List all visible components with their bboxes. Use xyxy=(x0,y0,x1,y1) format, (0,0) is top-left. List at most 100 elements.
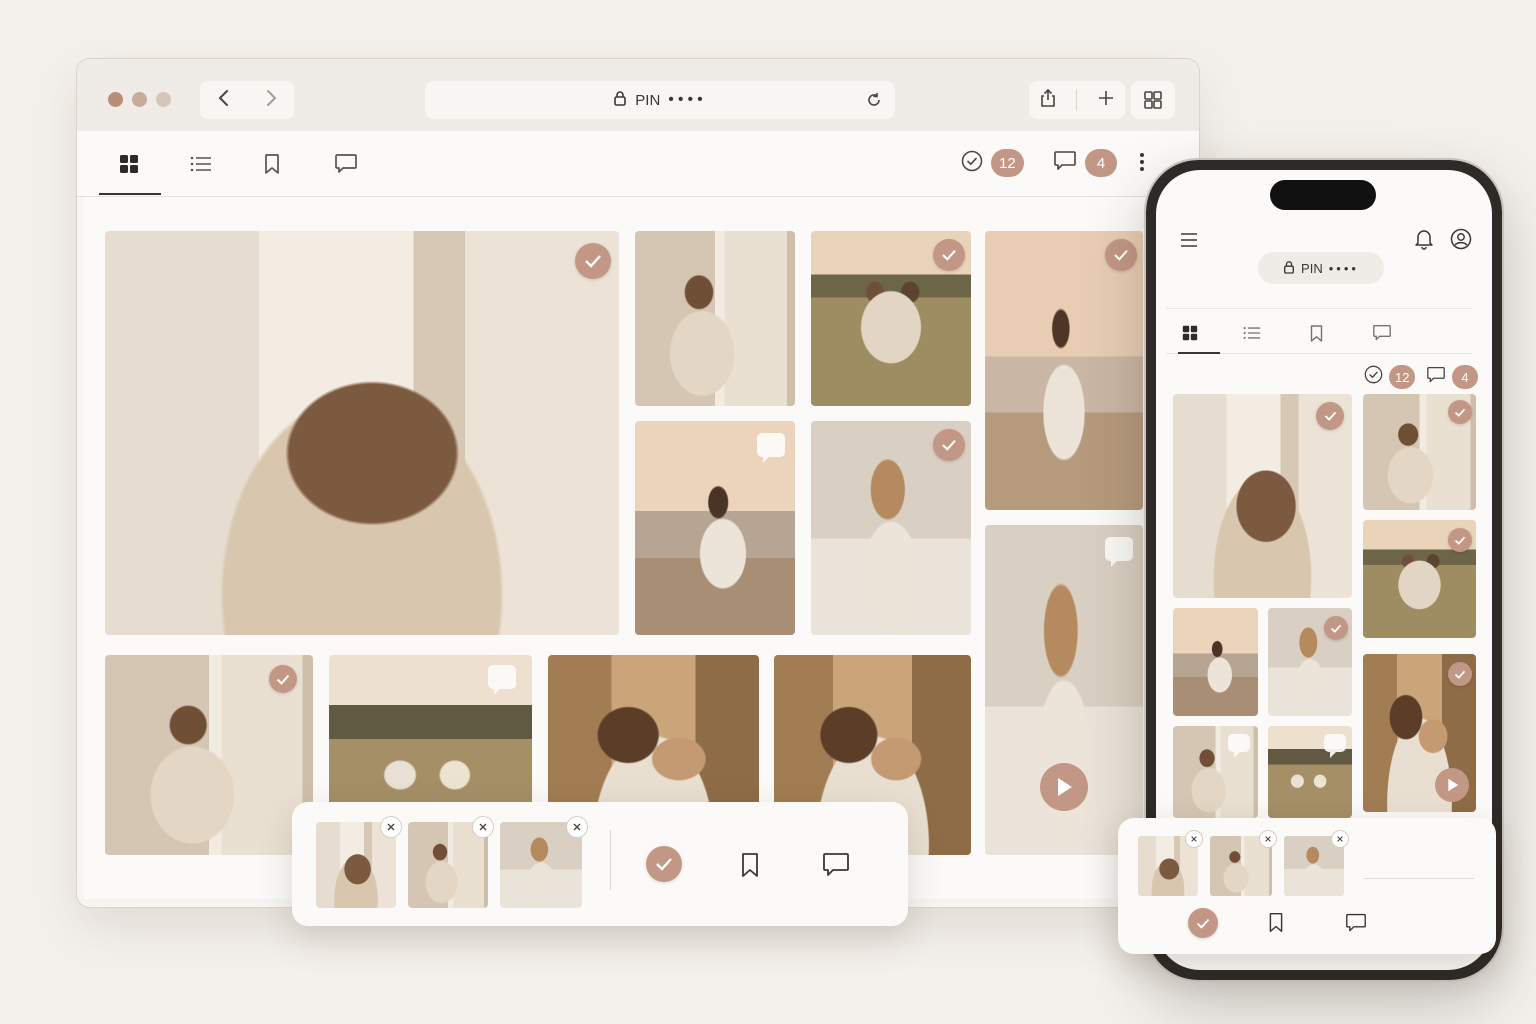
tab-grid-icon[interactable] xyxy=(1131,81,1175,119)
comment-icon[interactable] xyxy=(757,433,785,463)
more-options-icon[interactable] xyxy=(1139,151,1145,178)
photo-girl-windowsill-2[interactable] xyxy=(105,655,313,855)
photo-girl-windowsill[interactable] xyxy=(1363,394,1476,510)
grid-view-icon[interactable] xyxy=(114,149,144,179)
selected-count-badge: 12 xyxy=(1389,365,1416,389)
check-circle-icon xyxy=(961,150,983,177)
dynamic-island xyxy=(1270,180,1376,210)
grid-view-icon[interactable] xyxy=(1178,321,1202,345)
photo-girl-beach[interactable] xyxy=(635,421,795,635)
approve-icon[interactable] xyxy=(646,846,682,882)
check-icon[interactable] xyxy=(1448,400,1472,424)
photo-girl-windowsill-2[interactable] xyxy=(1173,726,1258,818)
close-icon[interactable] xyxy=(472,816,494,838)
play-icon[interactable] xyxy=(1040,763,1088,811)
list-view-icon[interactable] xyxy=(186,149,216,179)
reload-icon[interactable] xyxy=(865,91,883,113)
comment-icon[interactable] xyxy=(1105,537,1133,567)
comment-icon[interactable] xyxy=(1345,913,1367,938)
phone-comments-counter[interactable]: 4 xyxy=(1426,365,1478,389)
tray-divider xyxy=(1364,878,1474,879)
address-pin-mask: •••• xyxy=(668,91,707,108)
check-icon[interactable] xyxy=(1324,616,1348,640)
photo-portrait-window[interactable] xyxy=(105,231,619,635)
maximize-window-button[interactable] xyxy=(156,92,171,107)
plus-icon[interactable] xyxy=(1097,89,1115,112)
bookmark-icon[interactable] xyxy=(740,852,760,883)
selected-thumb[interactable] xyxy=(500,816,588,908)
photo-child-teddy[interactable] xyxy=(811,421,971,635)
selected-thumb[interactable] xyxy=(1138,830,1203,896)
browser-actions xyxy=(1029,81,1125,119)
selection-tray xyxy=(292,802,908,926)
selected-thumb[interactable] xyxy=(1210,830,1277,896)
bookmark-tab-icon[interactable] xyxy=(257,149,287,179)
photo-family-field[interactable] xyxy=(1363,520,1476,638)
selected-thumb[interactable] xyxy=(408,816,494,908)
photo-woman-beach[interactable] xyxy=(985,231,1143,510)
photo-child-teddy-video[interactable] xyxy=(985,525,1143,855)
comment-icon xyxy=(1426,366,1446,389)
close-icon[interactable] xyxy=(1259,830,1277,848)
chevron-left-icon[interactable] xyxy=(217,89,231,112)
comment-icon[interactable] xyxy=(822,852,850,883)
minimize-window-button[interactable] xyxy=(132,92,147,107)
comment-icon[interactable] xyxy=(1228,734,1250,758)
selected-thumb[interactable] xyxy=(316,816,402,908)
phone-pin-field[interactable]: PIN •••• xyxy=(1258,252,1384,284)
check-icon[interactable] xyxy=(1105,239,1137,271)
close-icon[interactable] xyxy=(1185,830,1203,848)
list-view-icon[interactable] xyxy=(1240,321,1264,345)
chevron-right-icon[interactable] xyxy=(264,89,278,112)
gallery-toolbar: 12 4 xyxy=(77,131,1199,197)
selected-thumb[interactable] xyxy=(1284,830,1349,896)
close-icon[interactable] xyxy=(380,816,402,838)
phone-selection-tray xyxy=(1118,818,1496,954)
close-icon[interactable] xyxy=(566,816,588,838)
close-window-button[interactable] xyxy=(108,92,123,107)
comments-tab-icon[interactable] xyxy=(331,149,361,179)
share-icon[interactable] xyxy=(1039,88,1057,113)
browser-window: PIN •••• 12 4 xyxy=(76,58,1200,908)
play-icon[interactable] xyxy=(1435,768,1469,802)
check-icon[interactable] xyxy=(1448,528,1472,552)
comment-icon[interactable] xyxy=(488,665,516,695)
photo-mother-son-video[interactable] xyxy=(1363,654,1476,812)
actions-divider xyxy=(1076,89,1078,111)
comment-icon[interactable] xyxy=(1324,734,1346,758)
bookmark-icon[interactable] xyxy=(1268,912,1284,938)
active-tab-indicator xyxy=(99,193,161,195)
check-icon[interactable] xyxy=(933,429,965,461)
check-icon[interactable] xyxy=(1448,662,1472,686)
photo-girl-windowsill[interactable] xyxy=(635,231,795,406)
user-icon[interactable] xyxy=(1450,228,1472,255)
bell-icon[interactable] xyxy=(1414,228,1434,255)
photo-family-field[interactable] xyxy=(811,231,971,406)
check-circle-icon xyxy=(1364,365,1383,389)
active-tab-indicator xyxy=(1178,352,1220,354)
photo-family-walk[interactable] xyxy=(1268,726,1352,818)
close-icon[interactable] xyxy=(1331,830,1349,848)
photo-portrait-window[interactable] xyxy=(1173,394,1352,598)
check-icon[interactable] xyxy=(269,665,297,693)
history-navigation xyxy=(200,81,294,119)
photo-girl-beach[interactable] xyxy=(1173,608,1258,716)
menu-icon[interactable] xyxy=(1180,232,1198,253)
phone-selected-counter[interactable]: 12 xyxy=(1364,365,1416,389)
photo-grid xyxy=(83,197,1195,899)
comments-count-badge: 4 xyxy=(1452,365,1478,389)
comments-tab-icon[interactable] xyxy=(1370,321,1394,345)
check-icon[interactable] xyxy=(933,239,965,271)
comments-counter[interactable]: 4 xyxy=(1053,149,1117,177)
comment-icon xyxy=(1053,150,1077,177)
phone-pin-mask: •••• xyxy=(1328,260,1359,276)
address-bar[interactable]: PIN •••• xyxy=(425,81,895,119)
browser-chrome: PIN •••• xyxy=(77,59,1199,131)
bookmark-tab-icon[interactable] xyxy=(1304,321,1328,345)
lock-icon xyxy=(1283,260,1295,277)
check-icon[interactable] xyxy=(575,243,611,279)
photo-child-teddy[interactable] xyxy=(1268,608,1352,716)
approve-icon[interactable] xyxy=(1188,908,1218,938)
selected-counter[interactable]: 12 xyxy=(961,149,1024,177)
check-icon[interactable] xyxy=(1316,402,1344,430)
